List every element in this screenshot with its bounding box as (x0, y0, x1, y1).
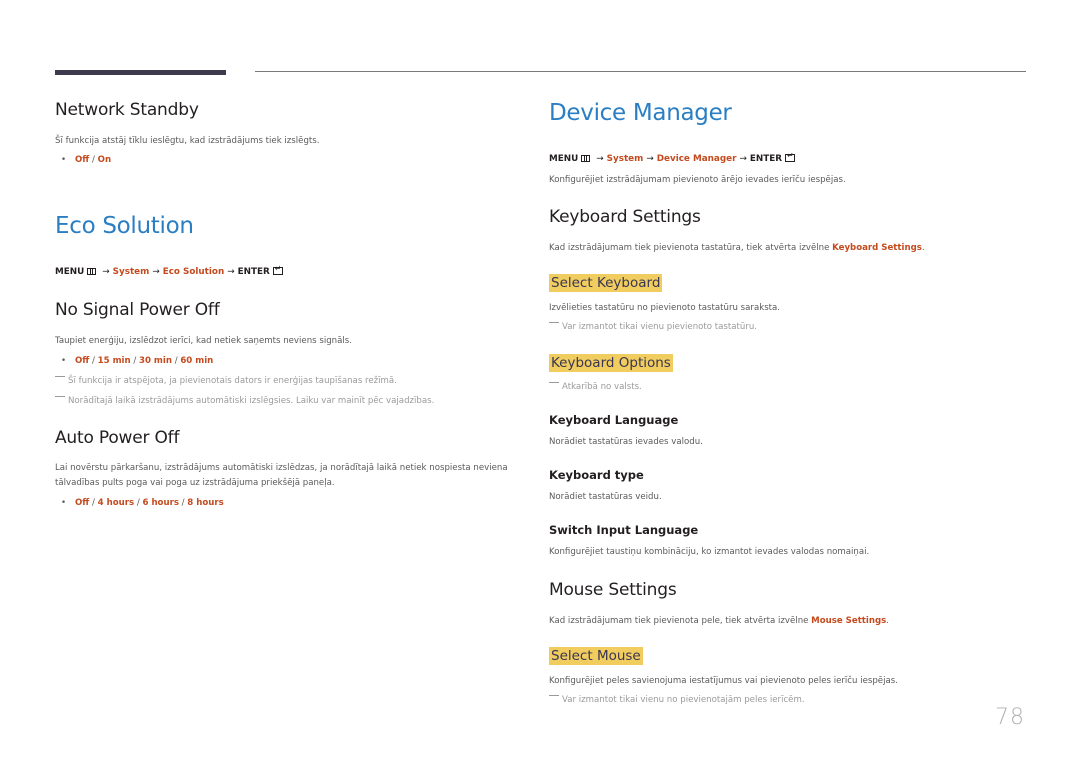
arrow-icon: → (739, 154, 747, 164)
header-rule (255, 71, 1026, 72)
option-off: Off (75, 356, 90, 366)
description-suffix: . (886, 616, 889, 626)
menu-label: MENU (55, 267, 85, 277)
description-text: Kad izstrādājumam tiek pievienota tastat… (549, 243, 833, 253)
select-mouse-label: Select Mouse (549, 647, 643, 665)
keyboard-type-heading: Keyboard type (549, 468, 644, 482)
arrow-icon: → (227, 267, 235, 277)
option-30-min: 30 min (138, 356, 172, 366)
enter-label: ENTER (749, 154, 782, 164)
note-text: Var izmantot tikai vienu pievienoto tast… (562, 322, 758, 332)
mouse-settings-link: Mouse Settings (811, 616, 887, 626)
auto-power-off-heading: Auto Power Off (55, 428, 180, 448)
keyboard-language-description: Norādiet tastatūras ievades valodu. (549, 437, 703, 447)
select-keyboard-heading: Select Keyboard (549, 272, 663, 292)
menu-icon (87, 268, 97, 275)
menu-path-eco-solution: Eco Solution (162, 267, 225, 277)
menu-path-system: System (606, 154, 644, 164)
note-dash-icon (549, 322, 559, 323)
option-60-min: 60 min (180, 356, 214, 366)
menu-path-system: System (112, 267, 150, 277)
select-mouse-heading: Select Mouse (549, 645, 643, 665)
note-dash-icon (55, 376, 65, 377)
menu-icon (581, 155, 591, 162)
option-6-hours: 6 hours (142, 498, 179, 508)
select-mouse-note: Var izmantot tikai vienu no pievienotajā… (549, 695, 805, 705)
keyboard-type-description: Norādiet tastatūras veidu. (549, 492, 662, 502)
device-manager-description: Konfigurējiet izstrādājumam pievienoto ā… (549, 175, 846, 185)
mouse-settings-description: Kad izstrādājumam tiek pievienota pele, … (549, 616, 889, 626)
bullet-icon: • (61, 356, 67, 366)
select-keyboard-description: Izvēlieties tastatūru no pievienoto tast… (549, 303, 781, 313)
enter-label: ENTER (237, 267, 270, 277)
description-suffix: . (921, 243, 925, 253)
option-off: Off (75, 498, 90, 508)
eco-solution-menu-path: MENU → System → Eco Solution → ENTER (55, 264, 283, 277)
network-standby-description: Šī funkcija atstāj tīklu ieslēgtu, kad i… (55, 136, 320, 146)
keyboard-language-heading: Keyboard Language (549, 413, 679, 427)
note-text: Var izmantot tikai vienu no pievienotajā… (562, 695, 805, 705)
network-standby-heading: Network Standby (55, 100, 199, 120)
keyboard-settings-description: Kad izstrādājumam tiek pievienota tastat… (549, 243, 925, 253)
arrow-icon: → (596, 154, 604, 164)
bullet-icon: • (61, 155, 67, 165)
header-accent-bar (55, 70, 226, 75)
no-signal-power-off-description: Taupiet enerģiju, izslēdzot ierīci, kad … (55, 336, 352, 346)
auto-power-off-options: • Off / 4 hours / 6 hours / 8 hours (55, 498, 224, 508)
select-keyboard-note: Var izmantot tikai vienu pievienoto tast… (549, 322, 757, 332)
description-text: Kad izstrādājumam tiek pievienota pele, … (549, 616, 812, 626)
keyboard-settings-link: Keyboard Settings (832, 243, 922, 253)
option-8-hours: 8 hours (187, 498, 224, 508)
note-dash-icon (549, 695, 559, 696)
note-text: Atkarībā no valsts. (562, 382, 642, 392)
bullet-icon: • (61, 498, 67, 508)
eco-solution-heading: Eco Solution (55, 213, 194, 239)
mouse-settings-heading: Mouse Settings (549, 580, 677, 600)
keyboard-options-heading: Keyboard Options (549, 352, 673, 372)
enter-icon (784, 151, 795, 162)
no-signal-power-off-options: • Off / 15 min / 30 min / 60 min (55, 356, 213, 366)
option-on: On (97, 155, 112, 165)
keyboard-options-note: Atkarībā no valsts. (549, 382, 642, 392)
option-off: Off (75, 155, 90, 165)
note-text: Šī funkcija ir atspējota, ja pievienotai… (68, 376, 397, 386)
select-keyboard-label: Select Keyboard (549, 274, 663, 292)
device-manager-heading: Device Manager (549, 100, 732, 126)
menu-label: MENU (549, 154, 579, 164)
keyboard-options-label: Keyboard Options (549, 354, 673, 372)
auto-power-off-description-line1: Lai novērstu pārkaršanu, izstrādājums au… (55, 463, 508, 473)
network-standby-options: • Off / On (55, 155, 111, 165)
select-mouse-description: Konfigurējiet peles savienojuma iestatīj… (549, 676, 898, 686)
device-manager-menu-path: MENU → System → Device Manager → ENTER (549, 151, 795, 164)
option-15-min: 15 min (97, 356, 131, 366)
arrow-icon: → (646, 154, 654, 164)
switch-input-language-heading: Switch Input Language (549, 523, 699, 537)
option-4-hours: 4 hours (97, 498, 135, 508)
arrow-icon: → (152, 267, 160, 277)
no-signal-note-2: Norādītajā laikā izstrādājums automātisk… (55, 396, 434, 406)
enter-icon (272, 264, 283, 275)
switch-input-language-description: Konfigurējiet taustiņu kombināciju, ko i… (549, 547, 870, 557)
page-number: 78 (995, 705, 1025, 730)
menu-path-device-manager: Device Manager (656, 154, 737, 164)
note-text: Norādītajā laikā izstrādājums automātisk… (68, 396, 435, 406)
note-dash-icon (55, 396, 65, 397)
no-signal-note-1: Šī funkcija ir atspējota, ja pievienotai… (55, 376, 397, 386)
auto-power-off-description-line2: tālvadības pults poga vai poga uz izstrā… (55, 478, 335, 488)
arrow-icon: → (102, 267, 110, 277)
keyboard-settings-heading: Keyboard Settings (549, 207, 701, 227)
no-signal-power-off-heading: No Signal Power Off (55, 300, 220, 320)
note-dash-icon (549, 382, 559, 383)
